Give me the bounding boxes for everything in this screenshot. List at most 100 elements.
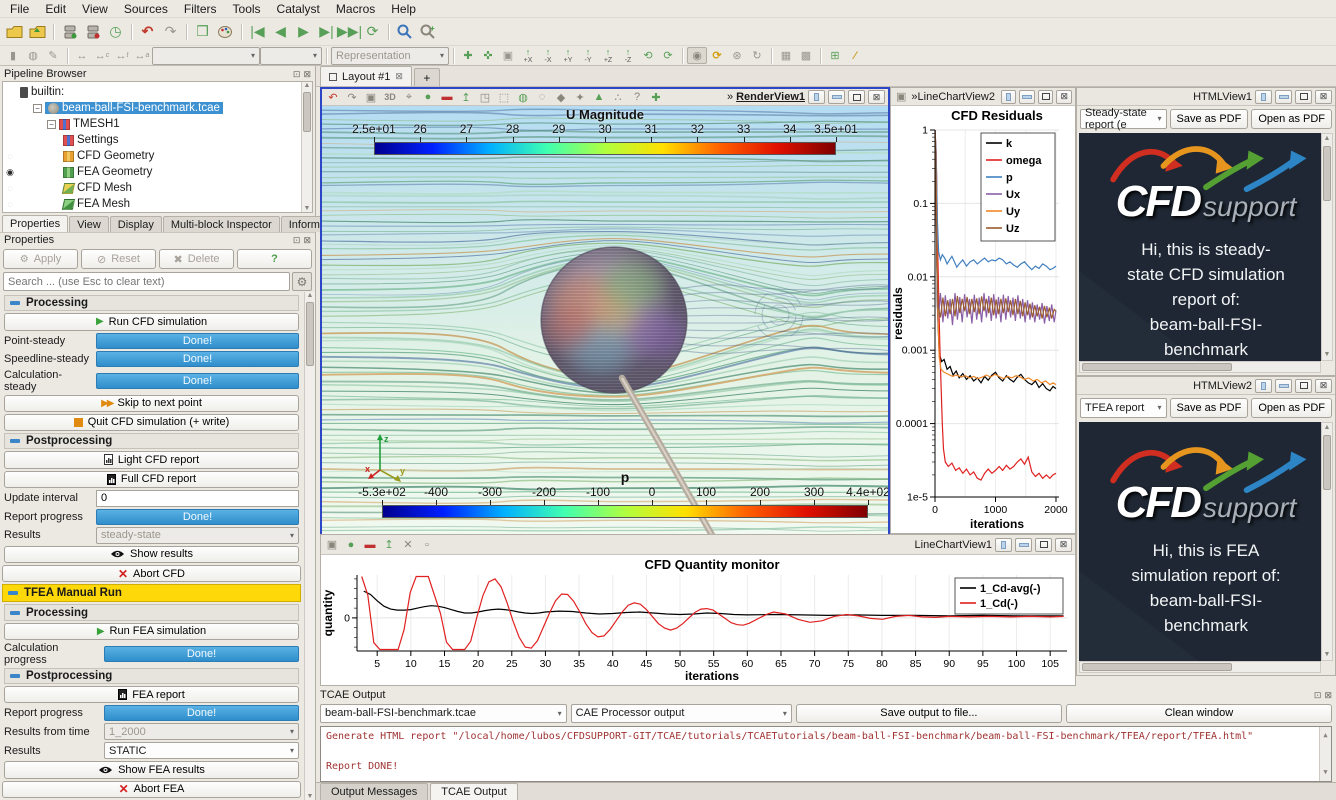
fea-results-combobox[interactable]: STATIC▾: [104, 742, 299, 759]
menu-filters[interactable]: Filters: [176, 1, 225, 17]
abort-cfd-button[interactable]: ✕Abort CFD: [2, 565, 301, 582]
html-view2-title[interactable]: HTMLView2: [1193, 380, 1252, 392]
vertical-scrollbar[interactable]: ▲▼: [1321, 133, 1333, 361]
fea-report-button[interactable]: FEA report: [4, 686, 299, 703]
pipeline-float-icon[interactable]: ⊡: [293, 69, 301, 79]
set-view-minus-y-icon[interactable]: ↑-Y: [578, 47, 598, 65]
show-results-button[interactable]: Show results: [4, 546, 299, 563]
pipeline-item-settings[interactable]: Settings: [3, 132, 312, 148]
ruler-icon[interactable]: ∕: [845, 47, 865, 64]
search-options-gear-icon[interactable]: ⚙: [292, 272, 312, 291]
pipeline-item-builtin[interactable]: builtin:: [3, 84, 312, 100]
rescale-data-range-icon[interactable]: ↔: [72, 47, 92, 64]
split-vertical-icon[interactable]: [1015, 538, 1032, 552]
surface-texture-icon[interactable]: ▦: [776, 47, 796, 64]
component-combobox[interactable]: ▾: [260, 47, 322, 65]
html-view1-title[interactable]: HTMLView1: [1193, 91, 1252, 103]
tab-multiblock-inspector[interactable]: Multi-block Inspector: [163, 216, 280, 232]
maximize-view-icon[interactable]: [1295, 379, 1312, 393]
maximize-view-icon[interactable]: [1038, 90, 1054, 104]
save-data-icon[interactable]: [26, 21, 49, 43]
set-view-minus-x-icon[interactable]: ↑-X: [538, 47, 558, 65]
redo-camera-icon[interactable]: ↷: [344, 91, 360, 104]
vcr-previous-frame-icon[interactable]: ◀: [269, 21, 292, 43]
cfd-processing-section[interactable]: Processing: [4, 295, 299, 311]
export-scene-icon[interactable]: ❒: [191, 21, 214, 43]
tfea-manual-run-section[interactable]: TFEA Manual Run: [2, 584, 301, 602]
pipeline-close-icon[interactable]: ⊠: [303, 69, 311, 79]
selection-mode-icon[interactable]: ▫: [419, 539, 435, 551]
help-button[interactable]: ?: [237, 249, 312, 269]
report-preview[interactable]: CFDsupport Hi, this is steady- state CFD…: [1079, 133, 1333, 361]
quit-cfd-simulation-button[interactable]: Quit CFD simulation (+ write): [4, 414, 299, 431]
split-horizontal-icon[interactable]: [808, 90, 825, 104]
split-vertical-icon[interactable]: [1275, 90, 1292, 104]
maximize-view-icon[interactable]: [1295, 90, 1312, 104]
cfd-results-combobox[interactable]: steady-state▾: [96, 527, 299, 544]
cfd-residuals-chart[interactable]: 10.10.010.0010.00011e-5010002000iteratio…: [891, 106, 1075, 533]
cfd-quantity-monitor-chart[interactable]: 0510152025303540455055606570758085909510…: [321, 555, 1075, 685]
run-cfd-simulation-button[interactable]: ▶Run CFD simulation: [4, 313, 299, 330]
roll-view-icon[interactable]: ⊛: [727, 47, 747, 64]
clean-window-button[interactable]: Clean window: [1066, 704, 1332, 723]
rescale-custom-range-icon[interactable]: ↔c: [92, 47, 112, 64]
reset-camera-icon[interactable]: ✚: [458, 47, 478, 64]
u-magnitude-colorbar[interactable]: U Magnitude 2.5e+012627282930313233343.5…: [374, 107, 836, 155]
close-view-icon[interactable]: ⊠: [868, 90, 885, 104]
tab-view[interactable]: View: [69, 216, 109, 232]
horizontal-scrollbar[interactable]: [1079, 361, 1321, 373]
hover-points-icon[interactable]: ✦: [572, 91, 588, 104]
split-horizontal-icon[interactable]: [1001, 90, 1017, 104]
visibility-eye-icon[interactable]: ◌: [3, 199, 17, 209]
save-as-pdf-button[interactable]: Save as PDF: [1170, 109, 1249, 129]
menu-catalyst[interactable]: Catalyst: [269, 1, 328, 17]
hover-cells-icon[interactable]: ◆: [553, 91, 569, 104]
deselect-icon[interactable]: ▬: [362, 539, 378, 551]
rotate-view-icon[interactable]: ⟳: [707, 47, 727, 64]
results-from-time-combobox[interactable]: 1_2000▾: [104, 723, 299, 740]
camera-eye-axis-icon[interactable]: ◉: [687, 47, 707, 64]
output-stream-combobox[interactable]: CAE Processor output▾: [571, 704, 792, 723]
close-view-icon[interactable]: ⊠: [1315, 90, 1332, 104]
properties-float-icon[interactable]: ⊡: [293, 235, 301, 245]
split-vertical-icon[interactable]: [1275, 379, 1292, 393]
close-view-icon[interactable]: ⊠: [1315, 379, 1332, 393]
menu-edit[interactable]: Edit: [37, 1, 74, 17]
pipeline-item-tcae-file[interactable]: − beam-ball-FSI-benchmark.tcae: [3, 100, 312, 116]
zoom-add-icon[interactable]: +: [416, 21, 439, 43]
vcr-loop-icon[interactable]: ⟳: [361, 21, 384, 43]
menu-view[interactable]: View: [74, 1, 116, 17]
report-select-combobox[interactable]: TFEA report▾: [1080, 398, 1167, 418]
rotate-90-ccw-icon[interactable]: ⟲: [638, 47, 658, 64]
query-selection-icon[interactable]: ?: [629, 91, 645, 103]
save-screenshot-icon[interactable]: ▣: [363, 91, 379, 104]
tab-output-messages[interactable]: Output Messages: [320, 783, 428, 800]
tfea-processing-section[interactable]: Processing: [4, 604, 299, 620]
vcr-last-frame-icon[interactable]: ▶▶|: [338, 21, 361, 43]
redo-icon[interactable]: ↷: [159, 21, 182, 43]
report-preview[interactable]: CFDsupport Hi, this is FEA simulation re…: [1079, 422, 1333, 661]
properties-search-input[interactable]: [3, 272, 290, 291]
box-zoom-icon[interactable]: ✕: [400, 538, 416, 551]
reset-button[interactable]: ⊘Reset: [81, 249, 156, 269]
azimuth-view-icon[interactable]: ↻: [747, 47, 767, 64]
split-vertical-icon[interactable]: [1019, 90, 1035, 104]
pipeline-item-tmesh1[interactable]: − TMESH1: [3, 116, 312, 132]
interactive-select-points-icon[interactable]: ◌: [534, 91, 550, 103]
monitor-view-title[interactable]: LineChartView1: [915, 539, 992, 551]
rescale-visible-range-icon[interactable]: ↔a: [132, 47, 152, 64]
save-as-pdf-button[interactable]: Save as PDF: [1170, 398, 1249, 418]
zoom-search-icon[interactable]: [393, 21, 416, 43]
connect-server-icon[interactable]: [58, 21, 81, 43]
cfd-postprocessing-section[interactable]: Postprocessing: [4, 433, 299, 449]
visibility-eye-icon[interactable]: ◌: [3, 151, 17, 161]
select-cells-on-icon[interactable]: ●: [420, 91, 436, 103]
vcr-next-frame-icon[interactable]: ▶|: [315, 21, 338, 43]
add-layout-tab[interactable]: +: [414, 68, 440, 86]
select-polygon-icon[interactable]: ◳: [477, 91, 493, 104]
zoom-to-box-icon[interactable]: ▣: [498, 47, 518, 64]
pan-axes-icon[interactable]: ↥: [381, 538, 397, 551]
layout-close-icon[interactable]: ⊠: [395, 71, 403, 82]
maximize-view-icon[interactable]: [848, 90, 865, 104]
select-points-icon[interactable]: ●: [343, 539, 359, 551]
